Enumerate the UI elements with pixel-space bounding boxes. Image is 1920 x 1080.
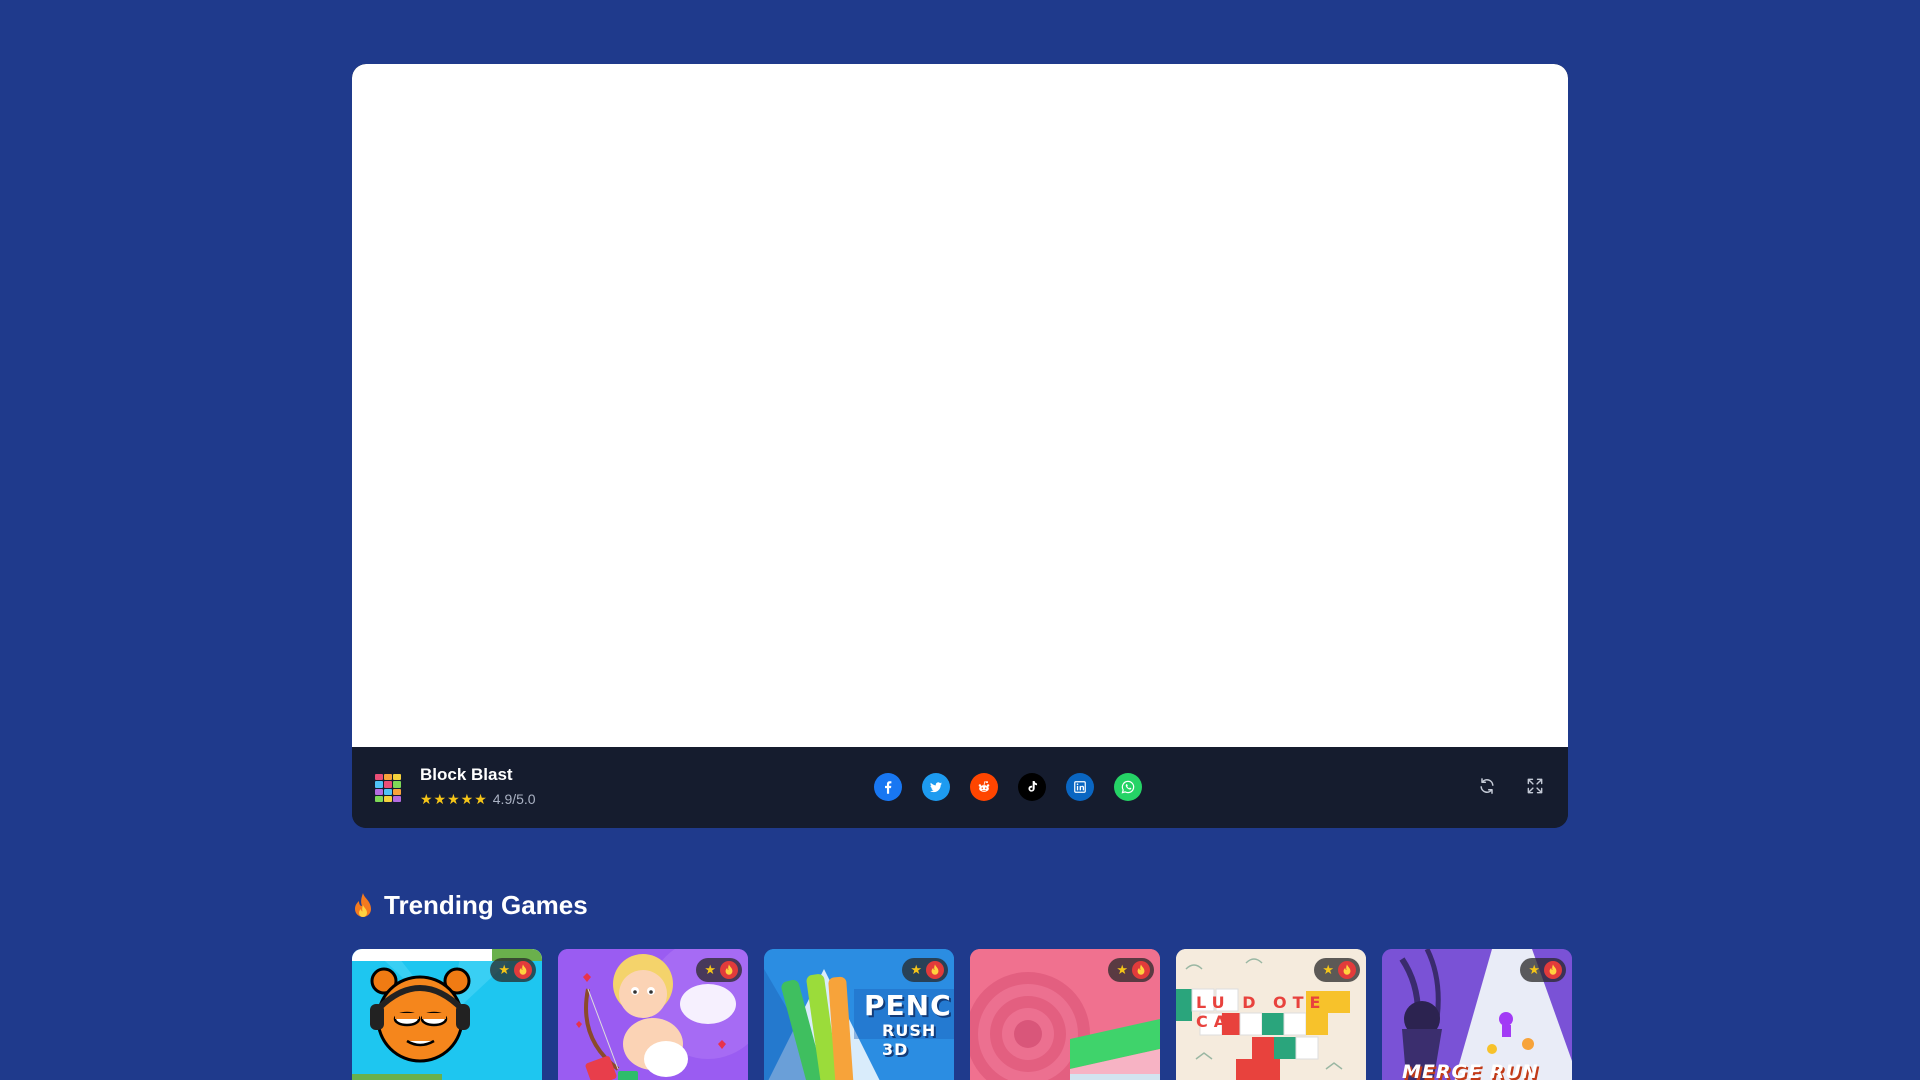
- hot-badge: ★: [490, 958, 536, 982]
- badge-fire-icon: [514, 961, 532, 979]
- twitter-icon: [930, 782, 942, 793]
- reload-icon: [1480, 778, 1494, 794]
- card-title: MERGE RUN: [1402, 1061, 1539, 1080]
- facebook-share-button[interactable]: [874, 773, 902, 801]
- badge-star-icon: ★: [704, 962, 716, 977]
- tiktok-share-button[interactable]: [1018, 773, 1046, 801]
- trending-games-list: ★ ★ PENCI RUSH 3D ★ ★ LU D OTE CA ★ MERG…: [352, 949, 1572, 1080]
- trending-games-heading: Trending Games: [352, 890, 588, 921]
- card-title: LU D OTE CA: [1196, 993, 1327, 1031]
- whatsapp-icon: [1121, 780, 1135, 794]
- badge-fire-icon: [720, 961, 738, 979]
- linkedin-share-button[interactable]: [1066, 773, 1094, 801]
- player-controls: [1476, 775, 1546, 797]
- reload-button[interactable]: [1476, 775, 1498, 797]
- badge-fire-icon: [926, 961, 944, 979]
- hot-badge: ★: [1520, 958, 1566, 982]
- section-title: Trending Games: [384, 890, 588, 920]
- card-title-line1: PENCI: [864, 989, 954, 1022]
- card-title-line2: RUSH 3D: [882, 1021, 937, 1059]
- share-buttons: [874, 773, 1142, 801]
- badge-star-icon: ★: [1322, 962, 1334, 977]
- tiktok-icon: [1028, 781, 1038, 792]
- badge-star-icon: ★: [910, 962, 922, 977]
- game-card[interactable]: ★: [558, 949, 748, 1080]
- game-player: Block Blast ★★★★★ 4.9/5.0: [352, 64, 1568, 828]
- fullscreen-icon: [1527, 778, 1543, 794]
- game-info: Block Blast ★★★★★ 4.9/5.0: [420, 765, 536, 807]
- rating-stars: ★★★★★: [420, 790, 488, 807]
- game-card[interactable]: MERGE RUN ★: [1382, 949, 1572, 1080]
- game-title: Block Blast: [420, 765, 513, 784]
- whatsapp-share-button[interactable]: [1114, 773, 1142, 801]
- reddit-icon: [978, 781, 990, 792]
- badge-fire-icon: [1132, 961, 1150, 979]
- badge-fire-icon: [1544, 961, 1562, 979]
- badge-star-icon: ★: [498, 962, 510, 977]
- twitter-share-button[interactable]: [922, 773, 950, 801]
- game-card[interactable]: ★: [352, 949, 542, 1080]
- hot-badge: ★: [1314, 958, 1360, 982]
- game-frame[interactable]: [352, 64, 1568, 747]
- badge-star-icon: ★: [1528, 962, 1540, 977]
- badge-fire-icon: [1338, 961, 1356, 979]
- facebook-icon: [885, 781, 892, 794]
- player-bar: Block Blast ★★★★★ 4.9/5.0: [352, 747, 1568, 828]
- reddit-share-button[interactable]: [970, 773, 998, 801]
- fullscreen-button[interactable]: [1524, 775, 1546, 797]
- fire-icon: [355, 892, 371, 917]
- block-blast-logo-icon: [375, 774, 401, 802]
- game-card[interactable]: ★: [970, 949, 1160, 1080]
- hot-badge: ★: [1108, 958, 1154, 982]
- rating: ★★★★★ 4.9/5.0: [420, 790, 536, 808]
- game-card[interactable]: PENCI RUSH 3D ★: [764, 949, 954, 1080]
- game-card[interactable]: LU D OTE CA ★: [1176, 949, 1366, 1080]
- badge-star-icon: ★: [1116, 962, 1128, 977]
- linkedin-icon: [1074, 781, 1086, 793]
- hot-badge: ★: [696, 958, 742, 982]
- rating-value: 4.9/5.0: [492, 791, 536, 807]
- hot-badge: ★: [902, 958, 948, 982]
